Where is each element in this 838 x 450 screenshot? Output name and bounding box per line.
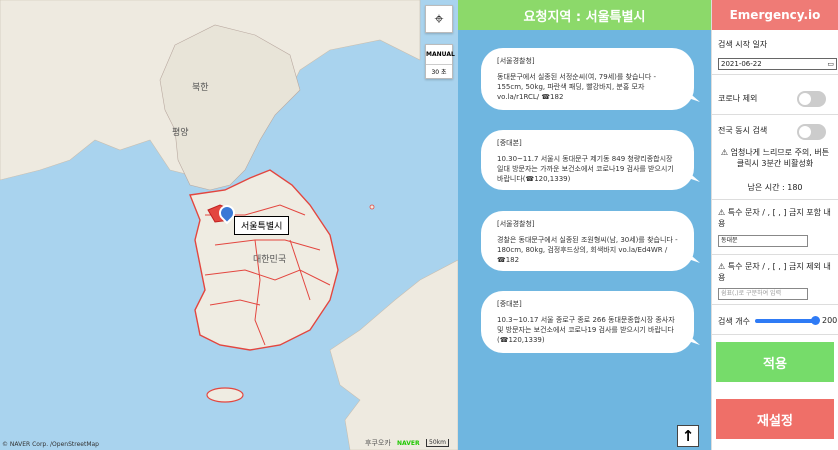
alert-source: [중대본] [497, 300, 522, 308]
corona-exclude-section: 코로나 제외 [712, 75, 838, 115]
alert-feed: 요청지역 : 서울특별시 [서울경찰청] 동대문구에서 실종된 서정순씨(여, … [458, 0, 711, 450]
start-date-input[interactable]: 2021-06-22 ▭ [718, 58, 837, 70]
selected-region-label[interactable]: 서울특별시 [234, 216, 290, 235]
map-scale: 50km [426, 439, 449, 447]
count-slider[interactable] [755, 316, 820, 325]
apply-button[interactable]: 적용 [716, 342, 834, 382]
alert-source: [서울경찰청] [497, 220, 535, 228]
manual-label: MANUAL [426, 51, 455, 58]
alert-text: 10.3~10.17 서울 종로구 종로 266 동대문종합시장 종사자 및 방… [497, 316, 675, 344]
include-label: ⚠ 특수 문자 / , [ , ] 금지 포함 내용 [718, 208, 831, 228]
corona-exclude-toggle[interactable] [797, 91, 826, 107]
exclude-label: ⚠ 특수 문자 / , [ , ] 금지 제외 내용 [718, 262, 831, 282]
alert-message: [서울경찰청] 경찰은 동대문구에서 실종된 조원형씨(남, 30세)를 찾습니… [481, 211, 694, 271]
include-section: ⚠ 특수 문자 / , [ , ] 금지 포함 내용 동대문 [712, 200, 838, 255]
start-date-label: 검색 시작 일자 [718, 40, 768, 49]
settings-panel: Emergency.io 검색 시작 일자 2021-06-22 ▭ 코로나 제… [711, 0, 838, 450]
remaining-time: 남은 시간 : 180 [747, 183, 803, 192]
map-canvas[interactable] [0, 0, 458, 450]
alert-message: [중대본] 10.30~11.7 서울시 동대문구 제기동 849 청량리종합시… [481, 130, 694, 190]
place-label-fukuoka: 후쿠오카 [365, 439, 391, 447]
locate-button[interactable]: ⌖ [425, 5, 453, 33]
alert-text: 경찰은 동대문구에서 실종된 조원형씨(남, 30세)를 찾습니다 - 180c… [497, 236, 678, 264]
map-copyright: © NAVER Corp. /OpenStreetMap [2, 441, 99, 448]
exclude-input[interactable]: 쉼표(,)로 구분하여 입력 [718, 288, 808, 300]
nationwide-toggle[interactable] [797, 124, 826, 140]
place-label-south-korea: 대한민국 [253, 255, 287, 265]
exclude-section: ⚠ 특수 문자 / , [ , ] 금지 제외 내용 쉼표(,)로 구분하여 입… [712, 255, 838, 305]
count-label: 검색 개수 [718, 317, 750, 326]
nationwide-section: 전국 동시 검색 ⚠ 엄청나게 느리므로 주의, 버튼 클릭시 3분간 비활성화… [712, 115, 838, 200]
count-value: 200 [822, 316, 838, 325]
map-view[interactable]: ⌖ MANUAL 30 초 북한 평양 대한민국 후쿠오카 서울특별시 © NA… [0, 0, 458, 450]
place-label-pyongyang: 평양 [172, 128, 189, 138]
calendar-icon[interactable]: ▭ [827, 60, 834, 68]
start-date-section: 검색 시작 일자 2021-06-22 ▭ [712, 30, 838, 75]
alert-message: [서울경찰청] 동대문구에서 실종된 서정순씨(여, 79세)를 찾습니다 - … [481, 48, 694, 110]
alert-source: [중대본] [497, 139, 522, 147]
app-title: Emergency.io [712, 0, 838, 30]
place-label-north-korea: 북한 [192, 83, 209, 93]
nationwide-label: 전국 동시 검색 [718, 126, 768, 135]
start-date-value: 2021-06-22 [721, 60, 762, 68]
manual-refresh-button[interactable]: MANUAL 30 초 [425, 44, 455, 79]
corona-exclude-label: 코로나 제외 [718, 94, 758, 103]
nationwide-warning: ⚠ 엄청나게 느리므로 주의, 버튼 클릭시 3분간 비활성화 [720, 148, 830, 168]
alert-text: 동대문구에서 실종된 서정순씨(여, 79세)를 찾습니다 - 155cm, 5… [497, 73, 657, 101]
alert-text: 10.30~11.7 서울시 동대문구 제기동 849 청량리종합시장 일대 방… [497, 155, 674, 183]
crosshair-icon: ⌖ [434, 9, 444, 28]
alert-message: [중대본] 10.3~10.17 서울 종로구 종로 266 동대문종합시장 종… [481, 291, 694, 353]
reset-button[interactable]: 재설정 [716, 399, 834, 439]
scroll-top-button[interactable]: ↑ [677, 425, 699, 447]
refresh-timer: 30 초 [426, 64, 452, 76]
feed-title: 요청지역 : 서울특별시 [458, 0, 711, 30]
up-arrow-icon: ↑ [681, 427, 695, 445]
naver-logo: NAVER [397, 440, 420, 447]
count-section: 검색 개수 200 [712, 305, 838, 335]
alert-source: [서울경찰청] [497, 57, 535, 65]
include-input[interactable]: 동대문 [718, 235, 808, 247]
